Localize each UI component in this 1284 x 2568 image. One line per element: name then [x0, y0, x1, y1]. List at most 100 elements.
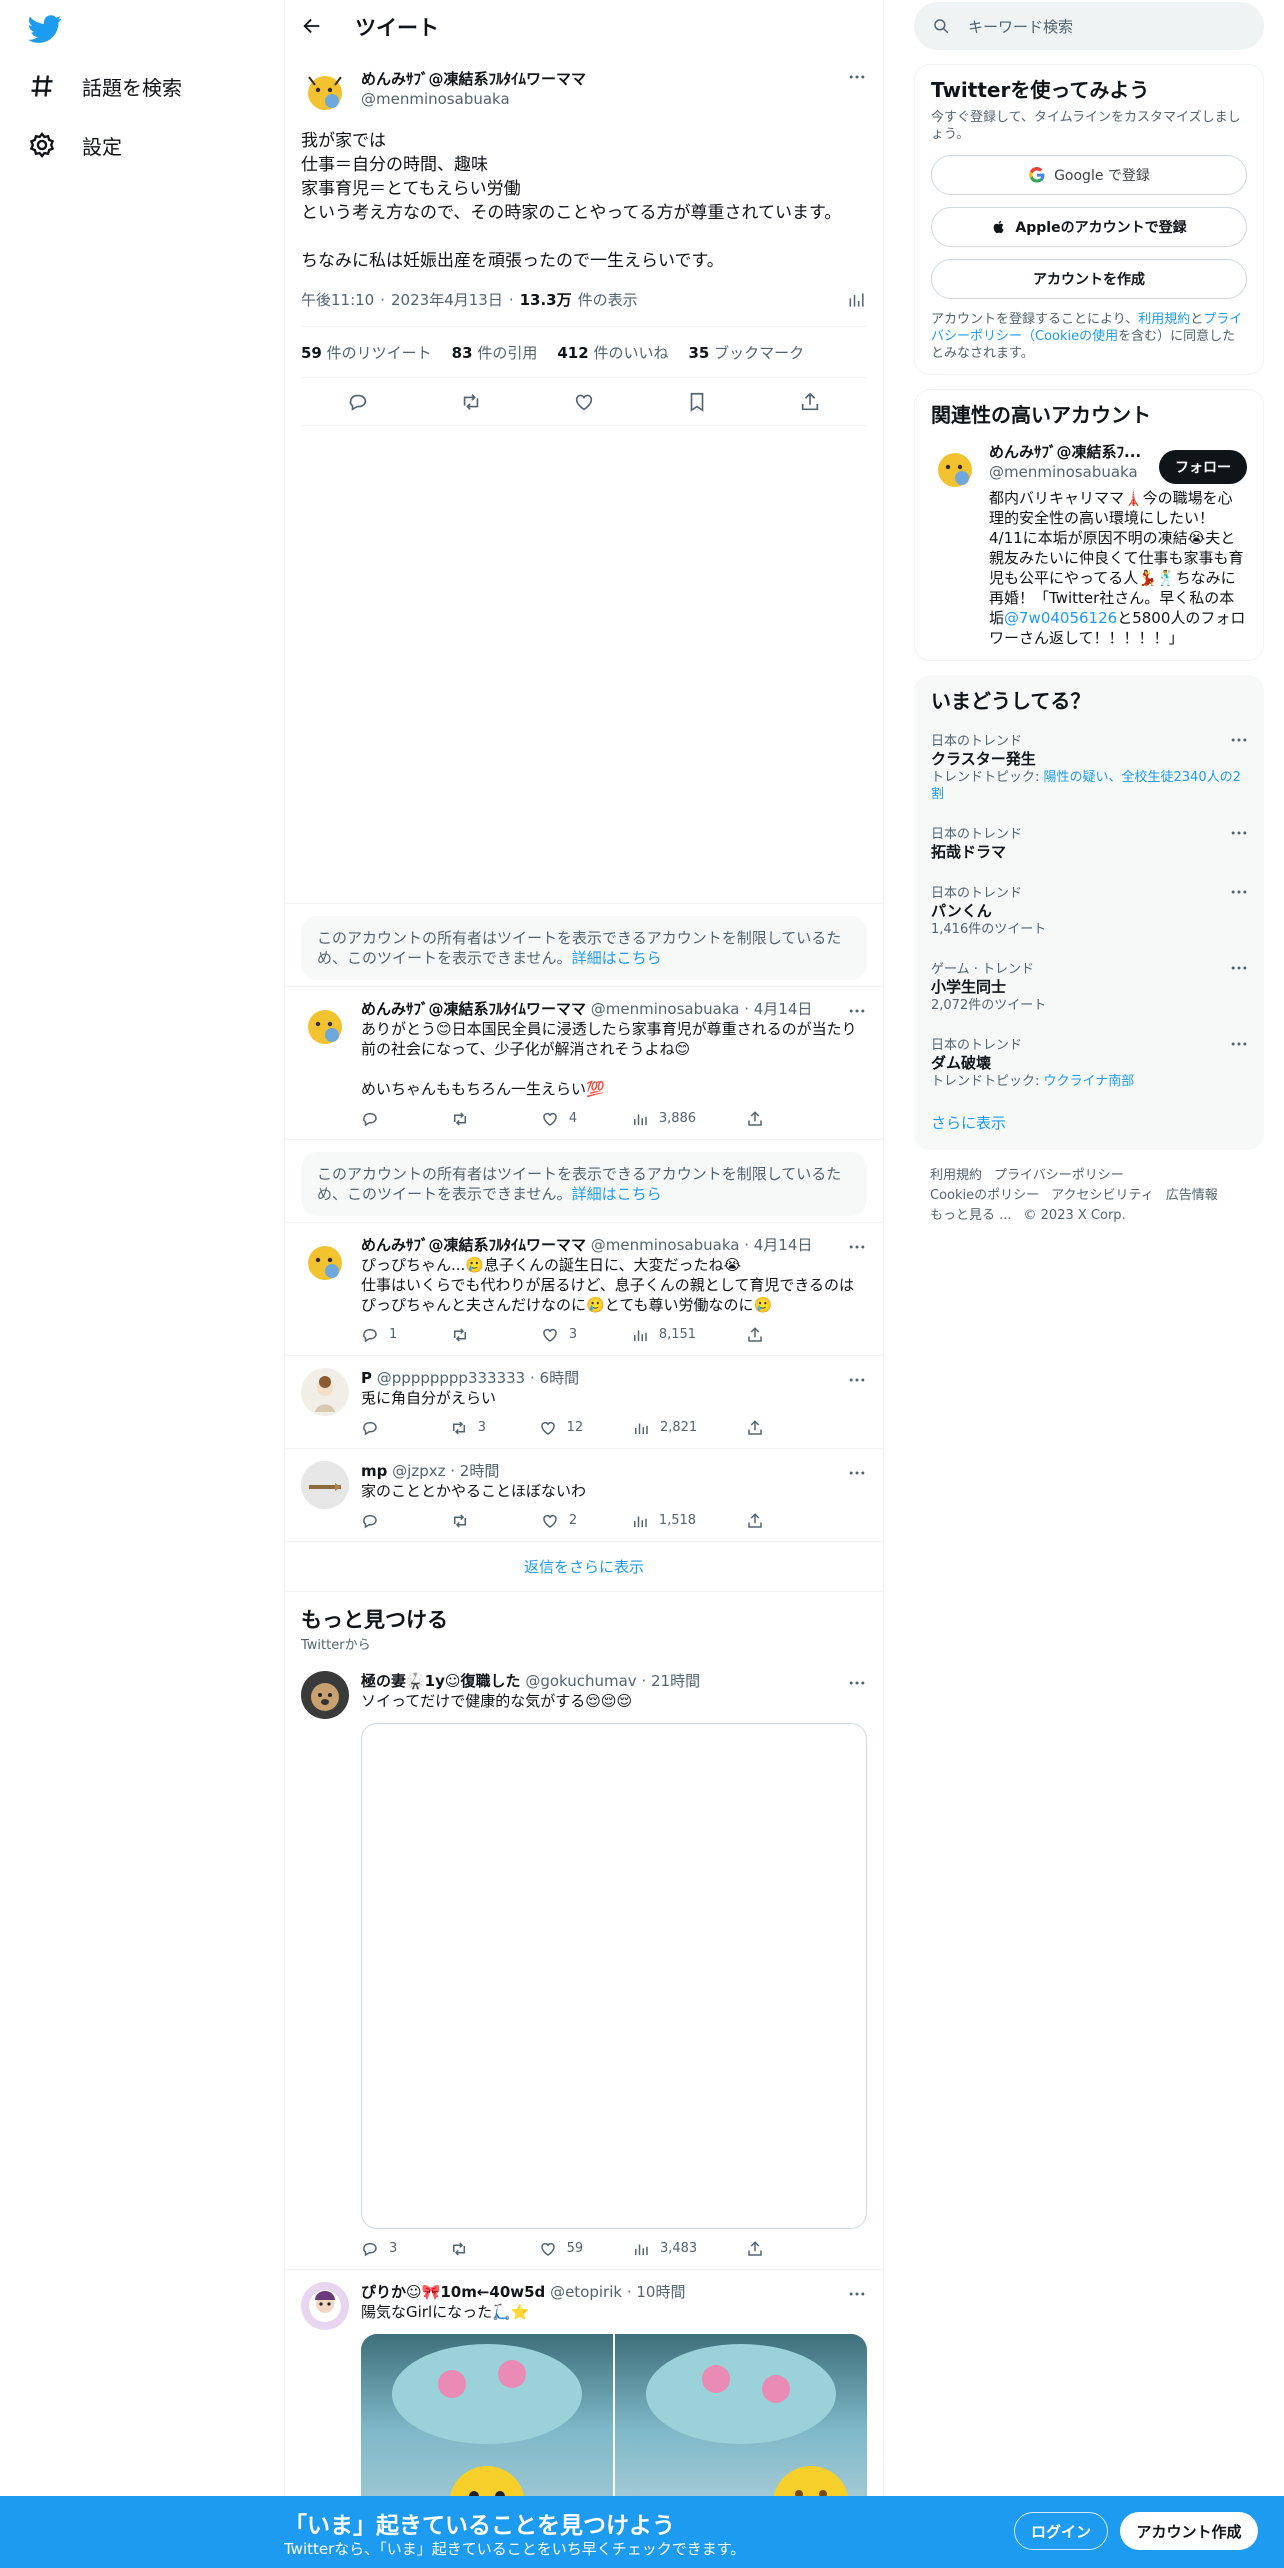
trend-item[interactable]: ゲーム · トレンド 小学生同士 2,072件のツイート	[915, 948, 1263, 1024]
trend-item[interactable]: 日本のトレンド クラスター発生 トレンドトピック: 陽性の疑い、全校生徒2340…	[915, 720, 1263, 813]
reply-icon[interactable]	[347, 391, 369, 413]
retweet-icon[interactable]	[460, 391, 482, 413]
google-signup-button[interactable]: Google で登録	[931, 155, 1247, 195]
discover-tweet[interactable]: 極の妻🥋1y☺復職した @gokuchumav · 21時間 ソイってだけで健康…	[285, 1659, 883, 2270]
handle[interactable]: @menminosabuaka	[591, 1236, 740, 1254]
search-input[interactable]: キーワード検索	[968, 16, 1073, 37]
more-options-icon[interactable]	[1229, 882, 1249, 902]
retweet-button[interactable]: 3	[450, 1418, 490, 1438]
footer-link[interactable]: Cookieのポリシー	[930, 1188, 1039, 1203]
tweet-time[interactable]: 4月14日	[754, 1000, 813, 1018]
like-button[interactable]: 2	[541, 1511, 581, 1531]
reply-tweet[interactable]: めんみｻﾌﾞ@凍結系ﾌﾙﾀｲﾑワーママ @menminosabuaka · 4月…	[285, 987, 883, 1140]
tweet-time[interactable]: 6時間	[540, 1369, 580, 1387]
handle[interactable]: @gokuchumav	[525, 1672, 636, 1690]
tweet-time[interactable]: 2時間	[460, 1462, 500, 1480]
views-button[interactable]: 1,518	[631, 1511, 696, 1531]
share-button[interactable]	[746, 1511, 786, 1531]
avatar[interactable]	[301, 1235, 349, 1283]
avatar[interactable]	[301, 1368, 349, 1416]
more-options-icon[interactable]	[847, 1237, 867, 1257]
stat-quotes[interactable]: 83 件の引用	[452, 342, 538, 363]
display-name[interactable]: めんみｻﾌﾞ@凍結系ﾌﾙﾀｲﾑワーママ	[361, 69, 586, 89]
learn-more-link[interactable]: 詳細はこちら	[572, 949, 662, 967]
tweet-time[interactable]: 10時間	[636, 2283, 685, 2301]
reply-button[interactable]	[361, 1109, 401, 1129]
more-options-icon[interactable]	[1229, 730, 1249, 750]
create-account-button[interactable]: アカウントを作成	[931, 259, 1247, 299]
reply-tweet[interactable]: mp @jzpxz · 2時間 家のこととかやることほぼないわ 2 1,518	[285, 1449, 883, 1542]
views-button[interactable]: 3,483	[632, 2239, 697, 2259]
signup-button[interactable]: アカウント作成	[1120, 2512, 1258, 2550]
views-button[interactable]: 2,821	[632, 1418, 697, 1438]
like-button[interactable]: 4	[541, 1109, 581, 1129]
retweet-button[interactable]	[451, 1109, 491, 1129]
avatar[interactable]	[301, 1671, 349, 1719]
learn-more-link[interactable]: 詳細はこちら	[572, 1185, 662, 1203]
more-options-icon[interactable]	[1229, 823, 1249, 843]
tweet-author[interactable]: めんみｻﾌﾞ@凍結系ﾌﾙﾀｲﾑワーママ @menminosabuaka	[301, 65, 867, 113]
avatar[interactable]	[301, 1461, 349, 1509]
avatar[interactable]	[301, 2282, 349, 2330]
stat-likes[interactable]: 412 件のいいね	[557, 342, 668, 363]
twitter-logo-icon[interactable]	[28, 12, 62, 46]
footer-link[interactable]: アクセシビリティ	[1051, 1188, 1154, 1203]
follow-button[interactable]: フォロー	[1159, 450, 1247, 484]
avatar[interactable]	[301, 65, 349, 113]
reply-button[interactable]: 1	[361, 1325, 401, 1345]
bio-mention-link[interactable]: @7w04056126	[1004, 609, 1117, 627]
terms-link[interactable]: 利用規約	[1138, 312, 1190, 327]
nav-settings[interactable]: 設定	[28, 125, 122, 165]
trend-item[interactable]: 日本のトレンド ダム破壊 トレンドトピック: ウクライナ南部	[915, 1024, 1263, 1100]
display-name[interactable]: めんみｻﾌﾞ@凍結系ﾌﾙﾀｲﾑワーママ	[361, 1000, 586, 1018]
trend-item[interactable]: 日本のトレンド 拓哉ドラマ	[915, 813, 1263, 872]
tweet-time[interactable]: 4月14日	[754, 1236, 813, 1254]
login-button[interactable]: ログイン	[1014, 2512, 1108, 2550]
share-button[interactable]	[746, 1109, 786, 1129]
apple-signup-button[interactable]: Appleのアカウントで登録	[931, 207, 1247, 247]
handle[interactable]: @jzpxz	[392, 1462, 445, 1480]
tweet-date[interactable]: 2023年4月13日	[391, 289, 503, 310]
views-button[interactable]: 3,886	[631, 1109, 696, 1129]
more-options-icon[interactable]	[847, 1673, 867, 1693]
views-button[interactable]: 8,151	[631, 1325, 696, 1345]
retweet-button[interactable]	[450, 2239, 490, 2259]
reply-button[interactable]	[361, 1418, 401, 1438]
nav-explore[interactable]: 話題を検索	[28, 66, 182, 106]
footer-link[interactable]: 広告情報	[1166, 1188, 1218, 1203]
display-name[interactable]: めんみｻﾌﾞ@凍結系ﾌﾙﾀｲﾑワーママ	[361, 1236, 586, 1254]
show-more-trends-link[interactable]: さらに表示	[915, 1100, 1263, 1133]
handle[interactable]: @menminosabuaka	[361, 89, 586, 109]
more-options-icon[interactable]	[1229, 1034, 1249, 1054]
tweet-time[interactable]: 午後11:10	[301, 289, 374, 310]
footer-link[interactable]: もっと見る ...	[930, 1208, 1012, 1223]
more-options-icon[interactable]	[847, 2284, 867, 2304]
back-arrow-icon[interactable]	[301, 15, 325, 39]
tweet-time[interactable]: 21時間	[651, 1672, 700, 1690]
display-name[interactable]: ぴりか☺🎀10m←40w5d	[361, 2283, 545, 2301]
more-options-icon[interactable]	[847, 67, 867, 87]
more-options-icon[interactable]	[847, 1463, 867, 1483]
like-button[interactable]: 12	[539, 1418, 583, 1438]
avatar[interactable]	[301, 999, 349, 1047]
display-name[interactable]: P	[361, 1369, 372, 1387]
like-button[interactable]: 59	[539, 2239, 583, 2259]
share-button[interactable]	[746, 2239, 786, 2259]
stat-bookmarks[interactable]: 35 ブックマーク	[688, 342, 804, 363]
display-name[interactable]: 極の妻🥋1y☺復職した	[361, 1672, 521, 1690]
tweet-media[interactable]	[361, 1723, 867, 2229]
like-icon[interactable]	[573, 391, 595, 413]
retweet-button[interactable]	[451, 1511, 491, 1531]
reply-tweet[interactable]: めんみｻﾌﾞ@凍結系ﾌﾙﾀｲﾑワーママ @menminosabuaka · 4月…	[285, 1223, 883, 1356]
more-options-icon[interactable]	[1229, 958, 1249, 978]
avatar[interactable]	[931, 442, 979, 490]
trend-item[interactable]: 日本のトレンド パンくん 1,416件のツイート	[915, 872, 1263, 948]
reply-button[interactable]: 3	[361, 2239, 401, 2259]
bookmark-icon[interactable]	[686, 391, 708, 413]
handle[interactable]: @pppppppp333333	[377, 1369, 525, 1387]
display-name[interactable]: mp	[361, 1462, 387, 1480]
footer-link[interactable]: プライバシーポリシー	[994, 1168, 1124, 1183]
related-account[interactable]: めんみｻﾌﾞ@凍結系ﾌ... @menminosabuaka 都内バリキャリママ…	[931, 442, 1247, 648]
more-options-icon[interactable]	[847, 1001, 867, 1021]
show-more-replies-link[interactable]: 返信をさらに表示	[285, 1542, 883, 1592]
